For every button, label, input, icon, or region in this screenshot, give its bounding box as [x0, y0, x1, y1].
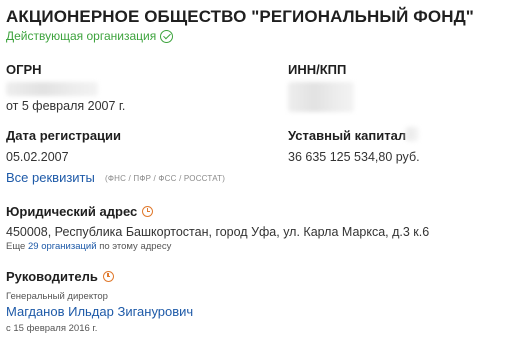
clock-icon[interactable]: [142, 206, 154, 217]
address-more-suffix: по этому адресу: [99, 241, 172, 252]
registration-date: 05.02.2007: [6, 150, 69, 164]
status-label: Действующая организация: [6, 29, 157, 43]
requisites-sources: (ФНС / ПФР / ФСС / РОССТАТ): [105, 174, 226, 183]
clock-icon[interactable]: [102, 271, 114, 282]
capital-extra-redacted: [405, 127, 419, 141]
director-since: с 15 февраля 2016 г.: [6, 323, 98, 334]
address-label-row: Юридический адрес: [6, 204, 154, 219]
address-label: Юридический адрес: [6, 204, 138, 219]
inn-kpp-label: ИНН/КПП: [288, 62, 347, 77]
inn-kpp-value-redacted: [288, 82, 354, 112]
director-name-link[interactable]: Магданов Ильдар Зиганурович: [6, 304, 193, 319]
ogrn-date: от 5 февраля 2007 г.: [6, 99, 126, 113]
director-label: Руководитель: [6, 269, 98, 284]
ogrn-value-redacted: [6, 82, 98, 96]
capital-value: 36 635 125 534,80 руб.: [288, 150, 420, 164]
address-more: Еще 29 организаций по этому адресу: [6, 241, 171, 252]
address-orgs-link[interactable]: 29 организаций: [28, 241, 97, 252]
address-more-prefix: Еще: [6, 241, 26, 252]
ogrn-label: ОГРН: [6, 62, 42, 77]
registration-label: Дата регистрации: [6, 128, 122, 143]
company-title: АКЦИОНЕРНОЕ ОБЩЕСТВО "РЕГИОНАЛЬНЫЙ ФОНД": [6, 7, 474, 26]
company-status: Действующая организация: [6, 29, 174, 43]
all-requisites-link[interactable]: Все реквизиты: [6, 170, 95, 185]
director-position: Генеральный директор: [6, 291, 108, 302]
check-circle-icon: [160, 29, 174, 43]
director-label-row: Руководитель: [6, 269, 114, 284]
address-value: 450008, Республика Башкортостан, город У…: [6, 225, 430, 239]
capital-label: Уставный капитал: [288, 128, 407, 143]
